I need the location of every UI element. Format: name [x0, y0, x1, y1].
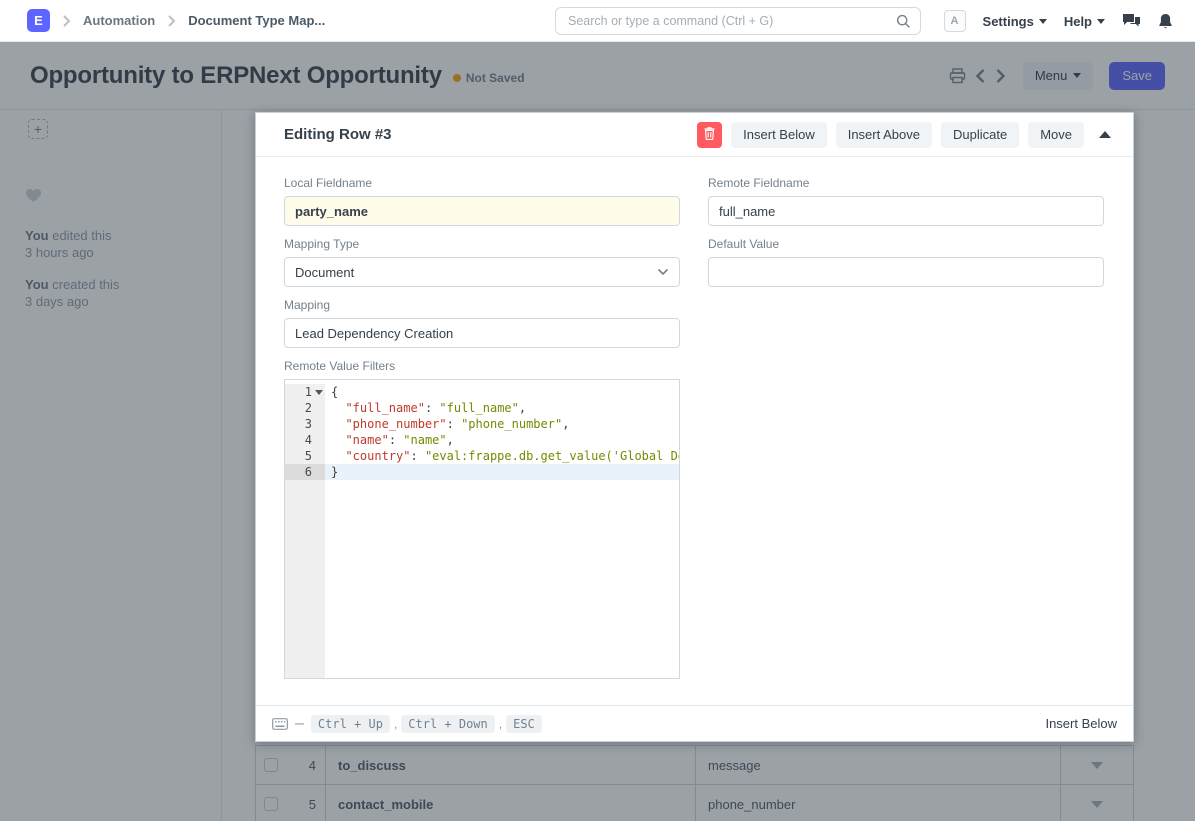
remote-value-filters-field: Remote Value Filters 1{2 "full_name": "f…	[284, 359, 680, 679]
shortcut-ctrl-up: Ctrl + Up	[311, 715, 390, 733]
code-editor[interactable]: 1{2 "full_name": "full_name",3 "phone_nu…	[284, 379, 680, 679]
mapping-type-select[interactable]: Document	[284, 257, 680, 287]
edit-row-footer: – Ctrl + Up , Ctrl + Down , ESC Insert B…	[256, 705, 1133, 741]
line-number[interactable]: 4	[285, 432, 325, 448]
delete-row-button[interactable]	[697, 122, 722, 148]
edit-row-panel: Editing Row #3 Insert Below Insert Above…	[255, 112, 1134, 742]
move-button[interactable]: Move	[1028, 122, 1084, 148]
app-logo[interactable]: E	[27, 9, 50, 32]
navbar: E Automation Document Type Map... A Sett…	[0, 0, 1195, 42]
editor-empty-area[interactable]	[285, 480, 679, 679]
chevron-right-icon	[167, 14, 176, 28]
search-input[interactable]	[556, 8, 896, 34]
code-text: "country": "eval:frappe.db.get_value('Gl…	[325, 448, 679, 464]
field-label: Remote Value Filters	[284, 359, 680, 373]
edit-row-header: Editing Row #3 Insert Below Insert Above…	[256, 113, 1133, 157]
breadcrumb-automation[interactable]: Automation	[83, 13, 155, 28]
shortcut-ctrl-down: Ctrl + Down	[401, 715, 494, 733]
fold-icon[interactable]	[315, 390, 323, 395]
code-editor-lines: 1{2 "full_name": "full_name",3 "phone_nu…	[285, 384, 679, 480]
chevron-down-icon	[657, 268, 669, 276]
settings-label: Settings	[983, 14, 1034, 29]
chat-icon[interactable]	[1122, 13, 1141, 30]
help-menu[interactable]: Help	[1064, 14, 1105, 29]
default-value-input[interactable]	[708, 257, 1104, 287]
line-number[interactable]: 3	[285, 416, 325, 432]
line-number[interactable]: 6	[285, 464, 325, 480]
mapping-type-field: Mapping Type Document	[284, 237, 680, 287]
help-label: Help	[1064, 14, 1092, 29]
code-line[interactable]: 5 "country": "eval:frappe.db.get_value('…	[285, 448, 679, 464]
mapping-input[interactable]	[284, 318, 680, 348]
dash: –	[295, 715, 304, 733]
code-line[interactable]: 6}	[285, 464, 679, 480]
edit-row-title: Editing Row #3	[284, 126, 392, 143]
line-number[interactable]: 1	[285, 384, 325, 400]
line-number[interactable]: 2	[285, 400, 325, 416]
insert-above-button[interactable]: Insert Above	[836, 122, 932, 148]
field-label: Remote Fieldname	[708, 176, 1104, 190]
insert-below-button[interactable]: Insert Below	[731, 122, 827, 148]
shortcut-separator: ,	[499, 717, 502, 731]
chevron-right-icon	[62, 14, 71, 28]
keyboard-icon	[272, 718, 288, 730]
local-fieldname-input[interactable]	[284, 196, 680, 226]
shortcut-esc: ESC	[506, 715, 542, 733]
bell-icon[interactable]	[1158, 13, 1173, 30]
field-label: Mapping Type	[284, 237, 680, 251]
duplicate-button[interactable]: Duplicate	[941, 122, 1019, 148]
search-icon[interactable]	[896, 14, 911, 29]
field-label: Local Fieldname	[284, 176, 680, 190]
shortcut-separator: ,	[394, 717, 397, 731]
avatar[interactable]: A	[944, 10, 966, 32]
trash-icon	[704, 127, 715, 143]
code-text: }	[325, 464, 679, 480]
code-line[interactable]: 3 "phone_number": "phone_number",	[285, 416, 679, 432]
code-text: "full_name": "full_name",	[325, 400, 679, 416]
chevron-down-icon	[1097, 19, 1105, 24]
code-line[interactable]: 4 "name": "name",	[285, 432, 679, 448]
collapse-row-button[interactable]	[1093, 127, 1117, 142]
footer-insert-below-button[interactable]: Insert Below	[1045, 716, 1117, 731]
remote-fieldname-input[interactable]	[708, 196, 1104, 226]
global-search	[555, 7, 921, 35]
chevron-down-icon	[1039, 19, 1047, 24]
mapping-field: Mapping	[284, 298, 680, 348]
code-text: "name": "name",	[325, 432, 679, 448]
chevron-up-icon	[1099, 131, 1111, 138]
code-line[interactable]: 1{	[285, 384, 679, 400]
settings-menu[interactable]: Settings	[983, 14, 1047, 29]
line-number[interactable]: 5	[285, 448, 325, 464]
code-text: {	[325, 384, 679, 400]
field-label: Default Value	[708, 237, 1104, 251]
code-text: "phone_number": "phone_number",	[325, 416, 679, 432]
code-line[interactable]: 2 "full_name": "full_name",	[285, 400, 679, 416]
default-value-field: Default Value	[708, 237, 1104, 287]
selected-value: Document	[295, 265, 657, 280]
local-fieldname-field: Local Fieldname	[284, 176, 680, 226]
remote-fieldname-field: Remote Fieldname	[708, 176, 1104, 226]
breadcrumb-document-type-mapping[interactable]: Document Type Map...	[188, 13, 325, 28]
field-label: Mapping	[284, 298, 680, 312]
